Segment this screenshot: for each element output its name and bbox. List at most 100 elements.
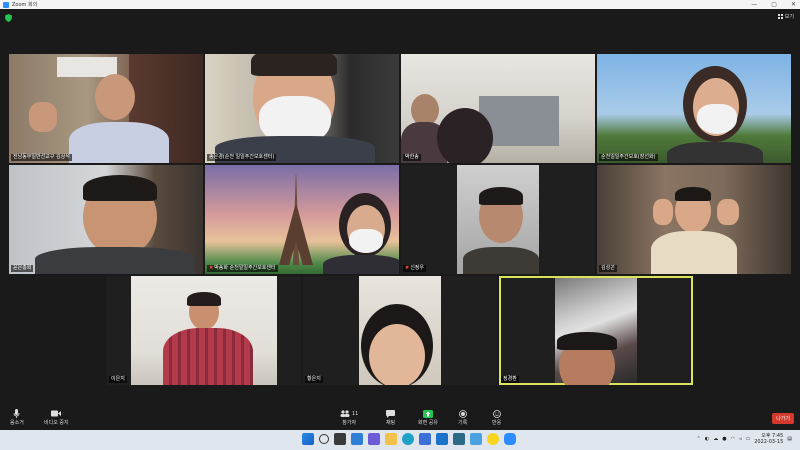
taskbar-app-icons — [302, 433, 516, 445]
window-title: Zoom 회의 — [12, 2, 38, 8]
participant-hair — [479, 187, 523, 205]
share-screen-button[interactable]: 화면 공유 — [418, 408, 438, 426]
cloud-icon[interactable]: ☁ — [713, 436, 718, 442]
participant-name: 황은지 — [305, 376, 323, 383]
chat-label: 채팅 — [386, 420, 396, 426]
zoom-taskbar-icon[interactable] — [504, 433, 516, 445]
view-button[interactable]: 보기 — [777, 13, 794, 20]
app-icon[interactable] — [453, 433, 465, 445]
chat-button[interactable]: 채팅 — [386, 408, 395, 426]
record-button[interactable]: 기록 — [458, 408, 467, 426]
title-bar: Zoom 회의 — ▢ ✕ — [0, 0, 800, 9]
clock-date: 2022-03-15 — [754, 439, 784, 445]
zoom-app-icon — [3, 1, 9, 8]
video-tile[interactable]: 박한송 — [401, 54, 595, 163]
task-view-icon[interactable] — [334, 433, 346, 445]
view-button-label: 보기 — [784, 14, 794, 20]
video-tile[interactable]: 송은경(순천 일일주간보호센터) — [205, 54, 399, 163]
record-label: 기록 — [458, 420, 468, 426]
video-tile[interactable]: 이은지 — [107, 276, 301, 385]
participant-name-text: 신정우 — [410, 265, 425, 271]
share-screen-icon — [423, 409, 433, 418]
chevron-up-icon[interactable]: ⌃ — [697, 436, 701, 442]
participants-label: 참가자 — [342, 420, 357, 426]
participants-icon — [340, 410, 350, 417]
reactions-label: 반응 — [492, 420, 502, 426]
photos-icon[interactable] — [470, 433, 482, 445]
muted-mic-icon: ✖ — [209, 265, 214, 271]
wifi-icon[interactable]: ◠ — [731, 436, 735, 442]
mute-button[interactable]: 음소거 — [10, 408, 24, 426]
camera-frame — [131, 276, 277, 385]
network-icon[interactable]: ◐ — [705, 436, 709, 442]
participant-name: 윤은총회 — [11, 265, 34, 272]
store-icon[interactable] — [419, 433, 431, 445]
participant-name: 전남동부일반선교구 김상석 — [11, 154, 72, 161]
participant-face — [369, 324, 425, 385]
camera-frame — [555, 278, 637, 385]
video-tile-active-speaker[interactable]: 정경환 — [499, 276, 693, 385]
widgets-icon[interactable] — [351, 433, 363, 445]
edge-browser-icon[interactable] — [402, 433, 414, 445]
minimize-button[interactable]: — — [751, 1, 757, 8]
kakaotalk-icon[interactable] — [487, 433, 499, 445]
face-mask — [697, 104, 737, 134]
speaker-icon[interactable]: ◃ — [739, 436, 742, 442]
participant-face — [95, 74, 135, 120]
video-tile[interactable]: ✖신정우 — [401, 165, 595, 274]
close-button[interactable]: ✕ — [791, 1, 796, 8]
shield-tray-icon[interactable]: ● — [722, 436, 726, 442]
file-explorer-icon[interactable] — [385, 433, 397, 445]
share-screen-label: 화면 공유 — [418, 420, 438, 426]
participant-name: 박한송 — [403, 154, 421, 161]
participant-name: 송은경(순천 일일주간보호센터) — [207, 154, 277, 161]
windows-start-icon[interactable] — [302, 433, 314, 445]
video-tile[interactable]: 윤은총회 — [9, 165, 203, 274]
video-tile[interactable]: 황은지 — [303, 276, 497, 385]
participant-shirt — [651, 231, 737, 274]
participant-shirt — [35, 247, 195, 274]
battery-icon[interactable]: ▭ — [745, 436, 750, 442]
video-tile[interactable]: 순천일일주간보호(장선화) — [597, 54, 791, 163]
participant-hair — [675, 187, 711, 201]
camera-frame — [359, 276, 441, 385]
participant-pajamas — [163, 328, 253, 385]
clock[interactable]: 오후 7:45 2022-03-15 — [754, 433, 783, 445]
teams-chat-icon[interactable] — [368, 433, 380, 445]
participant-shirt — [323, 255, 399, 274]
system-tray: ⌃ ◐ ☁ ● ◠ ◃ ▭ 오후 7:45 2022-03-15 ▤ — [697, 433, 792, 445]
participant-hair — [251, 54, 337, 76]
participant-name: ✖신정우 — [403, 265, 427, 272]
participant-name-text: 박송화 순천일일주간보호센터 — [214, 265, 276, 271]
leave-meeting-button[interactable]: 나가기 — [772, 413, 794, 424]
waving-hand-right — [717, 199, 739, 225]
windows-taskbar: ⌃ ◐ ☁ ● ◠ ◃ ▭ 오후 7:45 2022-03-15 ▤ — [0, 430, 800, 450]
security-shield-icon[interactable] — [5, 14, 12, 22]
video-tile[interactable]: 전남동부일반선교구 김상석 — [9, 54, 203, 163]
mail-icon[interactable] — [436, 433, 448, 445]
camera-frame — [457, 165, 539, 274]
search-icon[interactable] — [319, 434, 329, 444]
reactions-button[interactable]: 반응 — [492, 408, 501, 426]
participant-name: ✖박송화 순천일일주간보호센터 — [207, 265, 278, 272]
meeting-toolbar: 음소거 비디오 중지 11 참가자 채팅 화면 공유 기록 반응 나가기 — [0, 406, 800, 430]
stop-video-label: 비디오 중지 — [44, 420, 69, 426]
muted-mic-icon: ✖ — [405, 265, 410, 271]
participant-name: 김성곤 — [599, 265, 617, 272]
air-conditioner — [57, 57, 117, 77]
waving-hand — [29, 102, 57, 132]
maximize-button[interactable]: ▢ — [771, 1, 777, 8]
participant-hair — [83, 175, 157, 201]
video-gallery: 보기 전남동부일반선교구 김상석 송은경(순천 일일주간보호센터) 박한송 순천… — [0, 9, 800, 406]
video-tile[interactable]: 김성곤 — [597, 165, 791, 274]
participants-button[interactable]: 11 참가자 — [340, 408, 358, 426]
participant-name: 정경환 — [501, 376, 519, 383]
video-tile[interactable]: ✖박송화 순천일일주간보호센터 — [205, 165, 399, 274]
participants-count: 11 — [352, 410, 359, 417]
notification-icon[interactable]: ▤ — [787, 436, 792, 442]
participant-hair — [437, 108, 493, 163]
microphone-icon — [14, 409, 20, 418]
stop-video-button[interactable]: 비디오 중지 — [44, 408, 69, 426]
participant-name: 순천일일주간보호(장선화) — [599, 154, 658, 161]
participant-hair — [557, 332, 617, 350]
